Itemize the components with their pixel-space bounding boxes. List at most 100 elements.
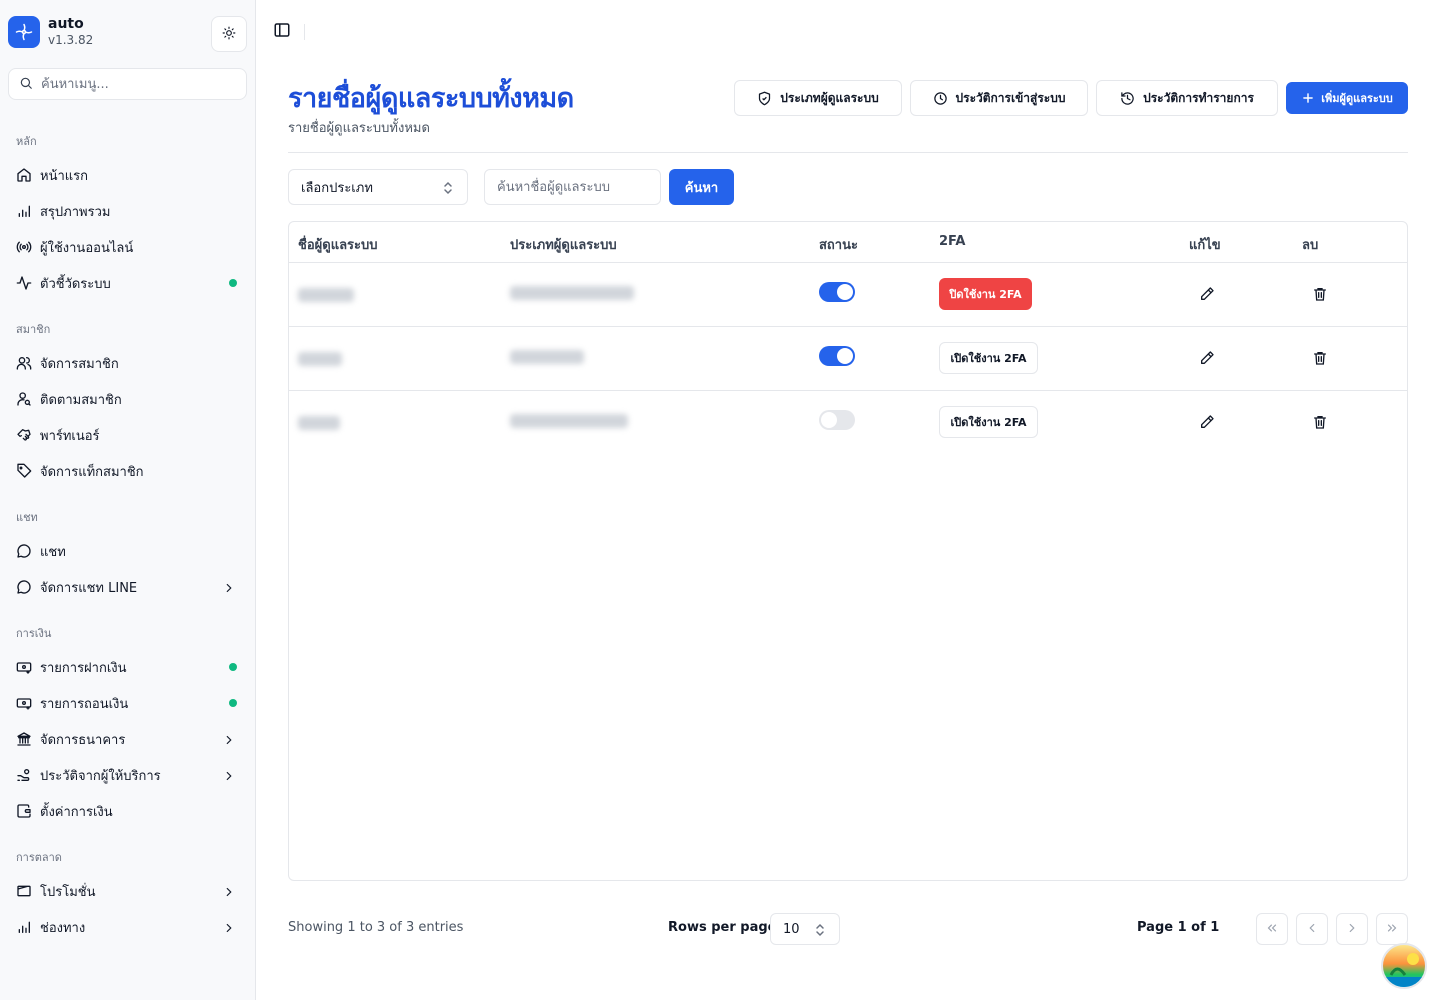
chevron-right-icon <box>222 884 236 903</box>
sidebar-item-label: ติดตามสมาชิก <box>40 392 122 408</box>
type-select[interactable]: เลือกประเภท <box>288 169 468 205</box>
transaction-history-button[interactable]: ประวัติการทำรายการ <box>1096 80 1278 116</box>
add-admin-button[interactable]: เพิ่มผู้ดูแลระบบ <box>1286 82 1408 114</box>
sidebar-item-label: จัดการสมาชิก <box>40 356 119 372</box>
sidebar-item-online-users[interactable]: ผู้ใช้งานออนไลน์ <box>8 231 248 263</box>
status-dot <box>229 663 237 671</box>
brand[interactable]: auto v1.3.82 <box>8 16 93 48</box>
floating-assistant-avatar[interactable] <box>1381 943 1427 989</box>
next-page-button[interactable] <box>1336 913 1368 945</box>
theme-toggle-button[interactable] <box>211 16 247 52</box>
sidebar-item-manage-members[interactable]: จัดการสมาชิก <box>8 347 248 379</box>
status-dot <box>229 279 237 287</box>
redacted-type <box>510 350 584 364</box>
status-switch[interactable] <box>819 410 855 430</box>
menu-search-input[interactable] <box>41 76 231 92</box>
column-header-delete: ลบ <box>1302 238 1319 253</box>
login-history-button[interactable]: ประวัติการเข้าสู่ระบบ <box>910 80 1088 116</box>
broadcast-icon <box>16 239 32 255</box>
twofa-button[interactable]: เปิดใช้งาน 2FA <box>939 342 1038 374</box>
pencil-icon[interactable] <box>1198 285 1216 303</box>
group-label-main: หลัก <box>16 135 37 148</box>
sidebar-item-system-metrics[interactable]: ตัวชี้วัดระบบ <box>8 267 248 299</box>
transaction-history-label: ประวัติการทำรายการ <box>1143 90 1254 105</box>
chevron-right-icon <box>222 732 236 751</box>
admin-search-input[interactable] <box>484 169 661 205</box>
chevron-right-icon <box>222 580 236 599</box>
column-header-2fa: 2FA <box>939 234 966 249</box>
sidebar-item-provider-history[interactable]: ประวัติจากผู้ให้บริการ <box>8 759 248 791</box>
deposit-icon <box>16 659 32 675</box>
login-history-label: ประวัติการเข้าสู่ระบบ <box>955 90 1066 105</box>
trash-icon[interactable] <box>1311 413 1329 431</box>
sidebar-item-label: ตัวชี้วัดระบบ <box>40 276 111 292</box>
sidebar-item-label: รายการถอนเงิน <box>40 696 129 712</box>
sidebar-item-label: ผู้ใช้งานออนไลน์ <box>40 240 134 256</box>
switch-knob <box>821 412 837 428</box>
admin-types-button[interactable]: ประเภทผู้ดูแลระบบ <box>734 80 902 116</box>
column-header-status: สถานะ <box>819 238 858 253</box>
last-page-button[interactable] <box>1376 913 1408 945</box>
admin-table: ชื่อผู้ดูแลระบบ ประเภทผู้ดูแลระบบ สถานะ … <box>288 221 1408 881</box>
rows-per-page-select[interactable]: 10 <box>770 913 840 945</box>
redacted-type <box>510 414 628 428</box>
chevron-right-icon <box>1345 920 1359 939</box>
hand-coins-icon <box>16 767 32 783</box>
sidebar-item-withdrawals[interactable]: รายการถอนเงิน <box>8 687 248 719</box>
topbar-divider <box>304 24 305 40</box>
trash-icon[interactable] <box>1311 285 1329 303</box>
prev-page-button[interactable] <box>1296 913 1328 945</box>
sidebar-item-track-members[interactable]: ติดตามสมาชิก <box>8 383 248 415</box>
search-icon <box>19 75 33 94</box>
sidebar-item-line-chat[interactable]: จัดการแชท LINE <box>8 571 248 603</box>
group-label-chat: แชท <box>16 511 38 524</box>
pencil-icon[interactable] <box>1198 413 1216 431</box>
header-divider <box>288 152 1408 153</box>
twofa-button[interactable]: ปิดใช้งาน 2FA <box>939 278 1032 310</box>
sidebar-item-promotions[interactable]: โปรโมชั่น <box>8 875 248 907</box>
plus-icon <box>1301 91 1315 105</box>
bank-icon <box>16 731 32 747</box>
sun-icon <box>222 25 236 44</box>
sidebar-item-channels[interactable]: ช่องทาง <box>8 911 248 943</box>
entries-summary: Showing 1 to 3 of 3 entries <box>288 920 464 935</box>
sidebar-toggle-button[interactable] <box>272 22 292 42</box>
column-header-type: ประเภทผู้ดูแลระบบ <box>510 238 617 253</box>
withdraw-icon <box>16 695 32 711</box>
sidebar-item-overview[interactable]: สรุปภาพรวม <box>8 195 248 227</box>
sidebar-item-banks[interactable]: จัดการธนาคาร <box>8 723 248 755</box>
sidebar-item-partner[interactable]: พาร์ทเนอร์ <box>8 419 248 451</box>
twofa-button[interactable]: เปิดใช้งาน 2FA <box>939 406 1038 438</box>
brand-logo-icon <box>8 16 40 48</box>
redacted-name <box>298 288 354 302</box>
user-search-icon <box>16 391 32 407</box>
users-icon <box>16 355 32 371</box>
clock-icon <box>933 91 948 106</box>
menu-search[interactable] <box>8 68 247 100</box>
sidebar-item-home[interactable]: หน้าแรก <box>8 159 248 191</box>
ticket-icon <box>16 883 32 899</box>
page-subtitle: รายชื่อผู้ดูแลระบบทั้งหมด <box>288 121 430 136</box>
sidebar-item-chat[interactable]: แชท <box>8 535 248 567</box>
chevrons-left-icon <box>1265 920 1279 939</box>
sidebar-item-label: แชท <box>40 544 66 560</box>
pencil-icon[interactable] <box>1198 349 1216 367</box>
status-switch[interactable] <box>819 282 855 302</box>
sidebar-item-finance-settings[interactable]: ตั้งค่าการเงิน <box>8 795 248 827</box>
wallet-icon <box>16 803 32 819</box>
chat-icon <box>16 543 32 559</box>
column-header-name: ชื่อผู้ดูแลระบบ <box>298 238 378 253</box>
panel-left-icon <box>273 21 291 43</box>
search-button[interactable]: ค้นหา <box>669 169 734 205</box>
group-label-finance: การเงิน <box>16 627 52 640</box>
history-icon <box>1120 91 1135 106</box>
first-page-button[interactable] <box>1256 913 1288 945</box>
switch-knob <box>837 284 853 300</box>
header-divider <box>289 262 1407 263</box>
trash-icon[interactable] <box>1311 349 1329 367</box>
status-switch[interactable] <box>819 346 855 366</box>
sidebar-item-deposits[interactable]: รายการฝากเงิน <box>8 651 248 683</box>
sidebar-item-member-tags[interactable]: จัดการแท็กสมาชิก <box>8 455 248 487</box>
chevron-right-icon <box>222 768 236 787</box>
chevron-updown-icon <box>443 181 453 199</box>
